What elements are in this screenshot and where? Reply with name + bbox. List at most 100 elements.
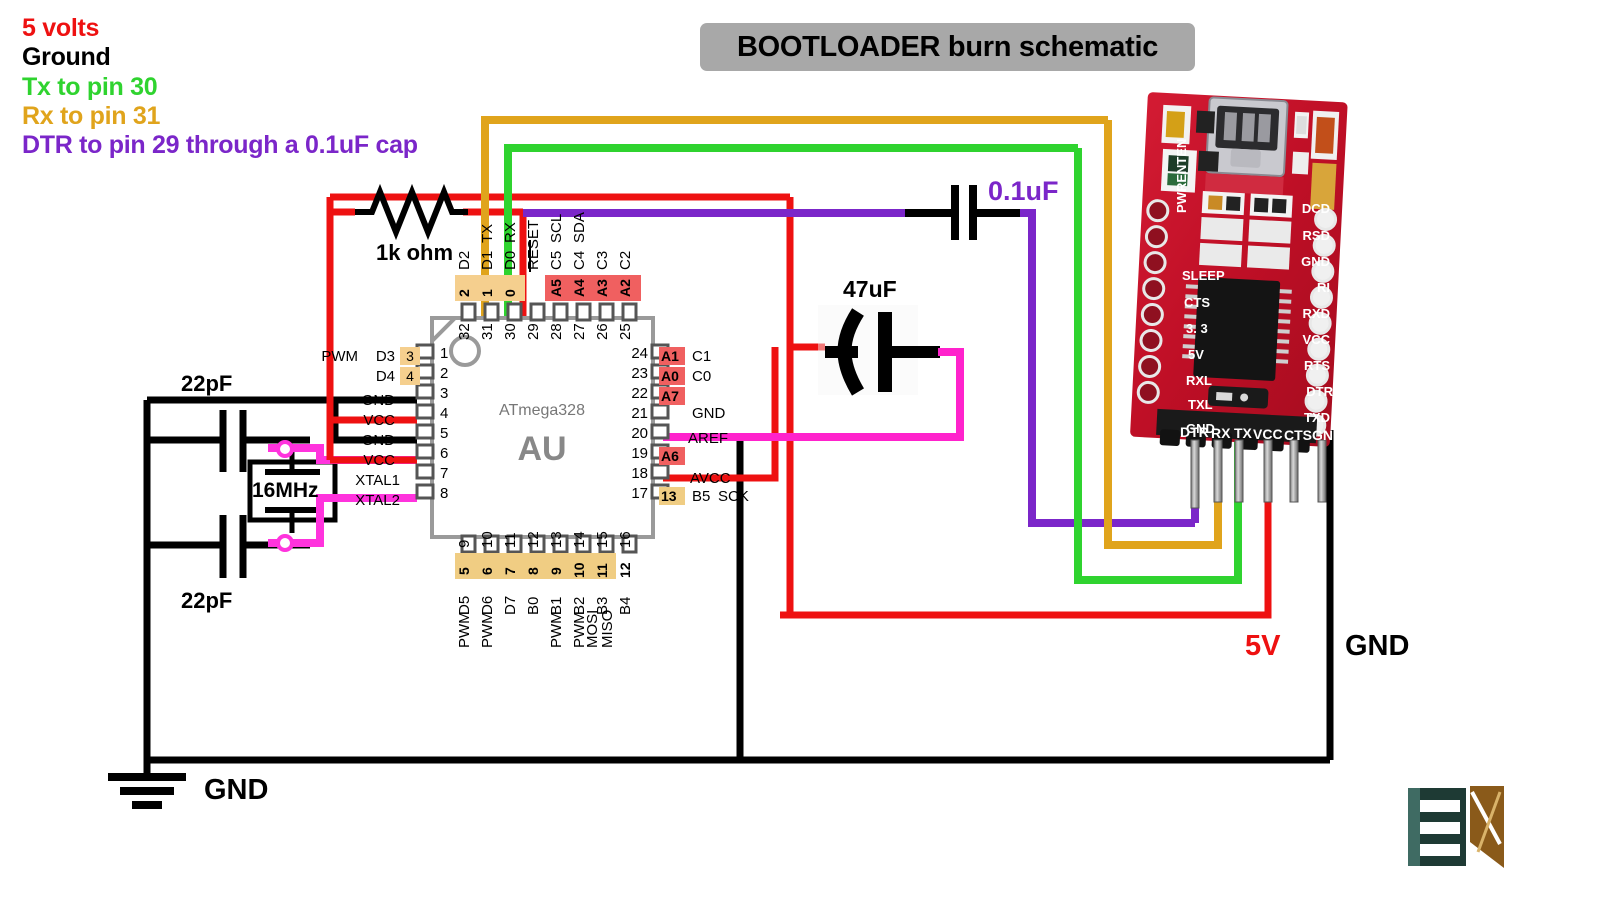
right-pin-num-23: 23	[631, 365, 648, 382]
top-pin-name2-scl: SCL	[548, 214, 565, 243]
top-pin-name2-tx: TX	[479, 224, 496, 243]
bottom-pin-name-b4: B4	[617, 597, 634, 615]
top-pin-name-c3: C3	[594, 251, 611, 270]
ftdi-header-rx: RX	[1211, 425, 1231, 441]
right-pin-num-21: 21	[631, 405, 648, 422]
ftdi-label-dtr: DTR	[1306, 384, 1333, 399]
bottom-pin-num-11: 11	[502, 532, 519, 548]
top-pin-name-reset: RESET	[525, 220, 542, 270]
ftdi-label-rts: RTS	[1304, 358, 1330, 373]
left-pin-name-4: VCC	[363, 412, 395, 429]
bottom-pin-alt-11: 11	[594, 563, 610, 578]
bottom-pin-num-12: 12	[525, 531, 542, 548]
ftdi-label-5v: 5V	[1188, 347, 1204, 362]
top-pin-alt-0: 0	[502, 289, 518, 297]
left-pin-num-7: 7	[440, 465, 448, 482]
watermark-logo	[1408, 786, 1504, 868]
top-pin-num-26: 26	[594, 323, 611, 340]
ftdi-label-rxl: RXL	[1186, 373, 1212, 388]
right-pin-num-24: 24	[631, 345, 648, 362]
right-pin-alt-a0: A0	[661, 368, 679, 384]
bottom-pin-num-10: 10	[479, 531, 496, 548]
ftdi-header-tx: TX	[1234, 425, 1253, 441]
left-pin-name-6: VCC	[363, 452, 395, 469]
top-pin-name-c2: C2	[617, 251, 634, 270]
right-pin-name-gnd: GND	[692, 405, 726, 422]
chip-part-number: ATmega328	[499, 402, 585, 419]
ftdi-header-vcc: VCC	[1253, 426, 1283, 442]
bottom-pin-name-d7: D7	[502, 596, 519, 615]
cap-47uf	[818, 305, 940, 396]
right-pin-num-19: 19	[631, 445, 648, 462]
top-pin-name2-sda: SDA	[571, 212, 588, 243]
left-pin-name-5: GND	[362, 432, 396, 449]
left-pin-alt-1: 3	[406, 348, 414, 364]
top-pin-alt-1: 1	[479, 289, 495, 297]
ftdi-right-label-group: DCD RSD GND RI RXD VCC RTS DTR TXD	[1301, 201, 1334, 425]
top-pin-name-d1: D1	[479, 251, 496, 270]
ftdi-label-txd: TXD	[1304, 410, 1330, 425]
left-pin-num-8: 8	[440, 485, 448, 502]
left-pin-name-7: XTAL1	[355, 472, 400, 489]
left-pin-name-2: D4	[376, 368, 395, 385]
ftdi-label-txl: TXL	[1188, 397, 1213, 412]
ftdi-label-gnd-r: GND	[1301, 254, 1330, 269]
left-pin-alts: 3 4	[406, 348, 414, 384]
chip-package-suffix: AU	[517, 430, 566, 468]
resistor-label: 1k ohm	[376, 240, 454, 265]
chip-pin1-dot	[449, 335, 481, 367]
cap-22pf-bottom-label: 22pF	[181, 588, 233, 613]
cap-22pf-top-label: 22pF	[181, 371, 233, 396]
bottom-pin-num-9: 9	[456, 540, 473, 548]
bottom-pin-alt-6: 6	[479, 567, 495, 575]
top-pin-num-28: 28	[548, 323, 565, 340]
xtal2-junction	[276, 534, 294, 552]
top-pin-name-d0: D0	[502, 251, 519, 270]
ground-symbol	[108, 773, 186, 809]
bottom-pin-name-b0: B0	[525, 597, 542, 615]
ftdi-header-cts: CTS	[1284, 427, 1312, 443]
ftdi-label-3v3: 3. 3	[1186, 321, 1208, 336]
top-pin-alt-a2: A2	[617, 279, 633, 297]
bottom-pin-extra-13: PWM	[548, 611, 565, 648]
ftdi-board	[1130, 92, 1348, 453]
bottom-pin-num-13: 13	[548, 531, 565, 548]
bottom-pin-extra-16: MISO	[599, 610, 616, 648]
left-pin-num-4: 4	[440, 405, 448, 422]
atmega328-chip	[430, 316, 655, 539]
bottom-pin-names: D5 D6 D7 B0 B1 B2 B3 B4 PWM PWM PWM PWM …	[456, 596, 634, 648]
schematic-svg: PWRENTEN SLEEP CTS 3. 3 5V RXL TXL GND D…	[108, 92, 1504, 868]
schematic-canvas: 5 volts Ground Tx to pin 30 Rx to pin 31…	[0, 0, 1600, 900]
bottom-pin-alt-7: 7	[502, 567, 518, 575]
right-pin-name-sck: SCK	[718, 488, 749, 505]
left-pin-num-5: 5	[440, 425, 448, 442]
ftdi-label-rxd: RXD	[1303, 306, 1330, 321]
top-pin-num-25: 25	[617, 323, 634, 340]
bottom-pin-extra-9: PWM	[456, 611, 473, 648]
bottom-pin-num-14: 14	[571, 531, 588, 548]
left-pin-num-3: 3	[440, 385, 448, 402]
xtal1-junction	[276, 440, 294, 458]
top-pin-num-32: 32	[456, 323, 473, 340]
top-pin-alt-a4: A4	[571, 279, 587, 297]
top-pin-alt-a5: A5	[548, 279, 564, 297]
top-pin-num-31: 31	[479, 323, 496, 340]
right-pin-num-18: 18	[631, 465, 648, 482]
right-pin-num-20: 20	[631, 425, 648, 442]
bottom-pin-num-15: 15	[594, 531, 611, 548]
ftdi-header-dtr: DTR	[1180, 424, 1209, 440]
top-pin-num-30: 30	[502, 323, 519, 340]
left-pin-num-6: 6	[440, 445, 448, 462]
left-pin-name-8: XTAL2	[355, 492, 400, 509]
left-pin-num-2: 2	[440, 365, 448, 382]
rail-gnd-label: GND	[1345, 630, 1410, 662]
bottom-pin-extra-10: PWM	[479, 611, 496, 648]
bottom-pin-alt-8: 8	[525, 567, 541, 575]
top-pin-name-c4: C4	[571, 251, 588, 270]
top-pin-alt-2: 2	[456, 289, 472, 297]
bottom-pin-alt-12: 12	[617, 562, 633, 578]
left-pin-name-3: GND	[362, 392, 396, 409]
ftdi-label-pwrenten: PWRENTEN	[1174, 139, 1189, 213]
bottom-pin-num-16: 16	[617, 531, 634, 548]
right-pin-alt-a6: A6	[661, 448, 679, 464]
